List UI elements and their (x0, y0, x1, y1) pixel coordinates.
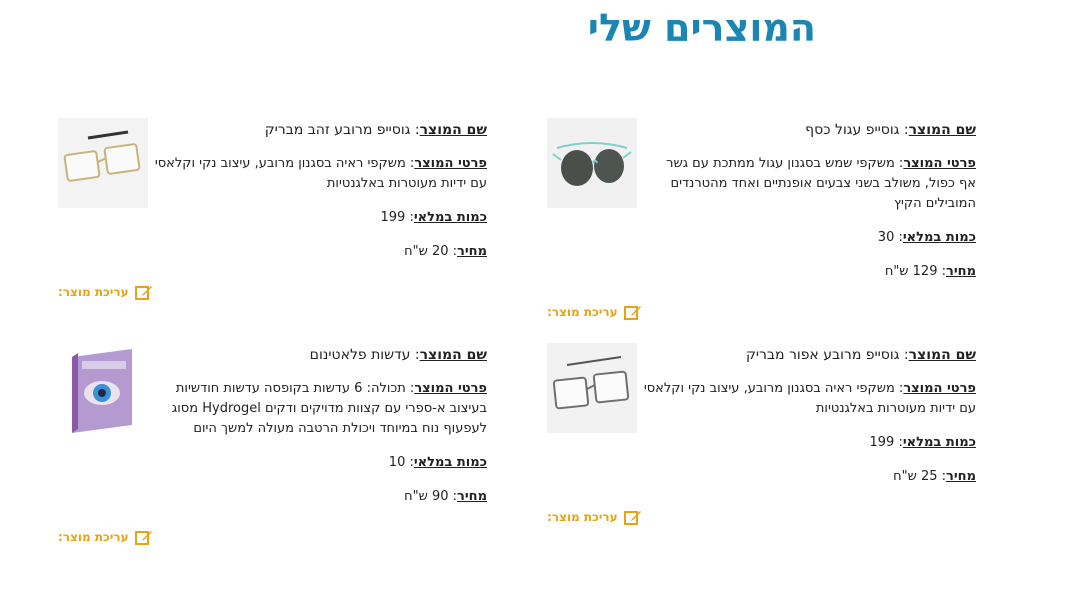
edit-icon (623, 509, 642, 525)
product-details-line: עם ידיות מעוטרות באלגנטיות (326, 176, 487, 191)
name-label: שם המוצר (419, 122, 487, 138)
product-details-line: משקפי ראיה בסגנון מרובע, עיצוב נקי וקלאס… (154, 156, 406, 171)
name-label: שם המוצר (908, 122, 976, 138)
edit-icon (623, 304, 642, 320)
product-price: 90 ש"ח (404, 489, 449, 504)
price-label: מחיר (457, 489, 487, 504)
product-name: גוסייפ מרובע זהב מבריק (264, 122, 411, 138)
product-price: 25 ש"ח (893, 469, 938, 484)
product-stock: 10 (388, 455, 406, 470)
product-stock: 30 (877, 230, 895, 245)
price-label: מחיר (946, 264, 976, 279)
stock-label: כמות במלאי (902, 230, 976, 245)
price-label: מחיר (457, 244, 487, 259)
edit-product-button[interactable]: עריכת מוצר: (547, 509, 642, 525)
edit-product-label: עריכת מוצר: (547, 305, 618, 319)
product-details-line: אף כפול, משולב בשני צבעים אופנתיים ואחד … (670, 176, 977, 191)
product-details-line: משקפי ראיה בסגנון מרובע, עיצוב נקי וקלאס… (643, 381, 895, 396)
product-details-line: משקפי שמש בסגנון עגול ממתכת עם גשר (666, 156, 895, 171)
stock-label: כמות במלאי (902, 435, 976, 450)
product-image-contact-lens-box[interactable] (58, 343, 148, 433)
product-details-line: בעיצוב א-ספרי עם קצוות מדויקים ודקים Hyd… (171, 401, 487, 416)
product-image-gray-glasses[interactable] (547, 343, 637, 433)
product-image-sunglasses[interactable] (547, 118, 637, 208)
product-details-line: לעפעוף נוח במיוחד ויכולת הרטבה מעולה למש… (193, 421, 487, 436)
details-label: פרטי המוצר (414, 156, 487, 171)
product-details-line: תכולה: 6 עדשות בקופסה עדשות חודשיות (175, 381, 406, 396)
stock-label: כמות במלאי (413, 210, 487, 225)
product-name: עדשות פלאטינום (309, 347, 411, 363)
price-label: מחיר (946, 469, 976, 484)
edit-icon (134, 284, 153, 300)
product-image-gold-glasses[interactable] (58, 118, 148, 208)
edit-icon (134, 529, 153, 545)
product-price: 129 ש"ח (884, 264, 938, 279)
details-label: פרטי המוצר (414, 381, 487, 396)
product-details-line: המובילים הקיץ (894, 196, 976, 211)
name-label: שם המוצר (419, 347, 487, 363)
product-stock: 199 (869, 435, 895, 450)
product-stock: 199 (380, 210, 406, 225)
edit-product-button[interactable]: עריכת מוצר: (58, 284, 153, 300)
product-name: גוסייפ מרובע אפור מבריק (745, 347, 900, 363)
product-details-line: עם ידיות מעוטרות באלגנטיות (815, 401, 976, 416)
name-label: שם המוצר (908, 347, 976, 363)
edit-product-label: עריכת מוצר: (58, 285, 129, 299)
edit-product-button[interactable]: עריכת מוצר: (547, 304, 642, 320)
details-label: פרטי המוצר (903, 156, 976, 171)
edit-product-label: עריכת מוצר: (58, 530, 129, 544)
edit-product-label: עריכת מוצר: (547, 510, 618, 524)
stock-label: כמות במלאי (413, 455, 487, 470)
details-label: פרטי המוצר (903, 381, 976, 396)
edit-product-button[interactable]: עריכת מוצר: (58, 529, 153, 545)
product-name: גוסייפ עגול כסף (805, 122, 900, 138)
page-title: המוצרים שלי (587, 6, 816, 50)
product-price: 20 ש"ח (404, 244, 449, 259)
